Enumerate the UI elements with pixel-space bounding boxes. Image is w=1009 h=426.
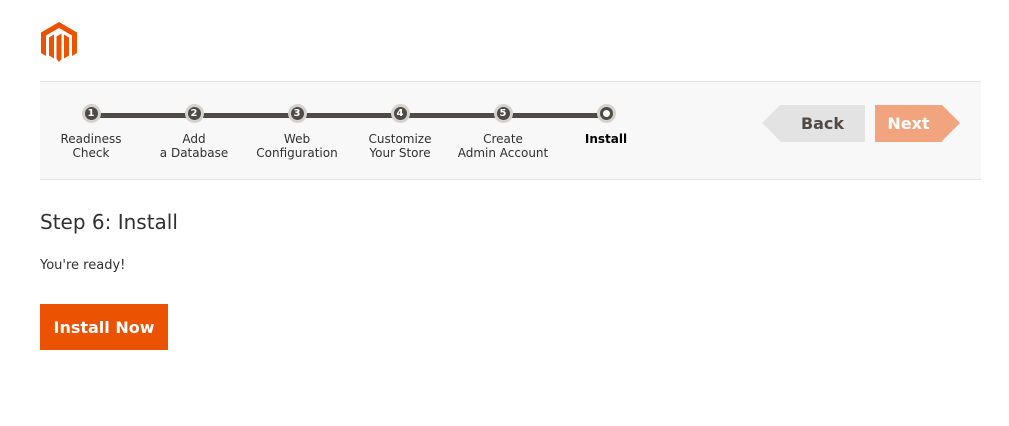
step-marker: 3 (287, 104, 307, 123)
install-now-button[interactable]: Install Now (40, 304, 168, 350)
step-marker: 5 (493, 104, 513, 123)
step-readiness-check: 1 Readiness Check (36, 104, 146, 160)
step-add-database: 2 Add a Database (139, 104, 249, 160)
step-customize-store: 4 Customize Your Store (345, 104, 455, 160)
next-button[interactable]: Next (875, 105, 960, 142)
step-label: Web Configuration (256, 132, 338, 160)
page-title: Step 6: Install (40, 210, 178, 234)
magento-logo-icon (40, 22, 78, 62)
step-marker: 4 (390, 104, 410, 123)
setup-wizard-progress: 1 Readiness Check 2 Add a Database 3 Web… (40, 81, 981, 180)
step-label: Create Admin Account (457, 132, 549, 160)
step-label: Add a Database (159, 132, 229, 160)
step-marker: 1 (81, 104, 101, 123)
step-marker-active (596, 104, 616, 123)
step-label: Customize Your Store (368, 132, 432, 160)
status-message: You're ready! (40, 258, 126, 273)
step-label: Readiness Check (60, 132, 122, 160)
step-label: Install (584, 132, 628, 146)
back-button[interactable]: Back (762, 105, 865, 142)
step-install: Install (551, 104, 661, 146)
step-marker: 2 (184, 104, 204, 123)
step-web-configuration: 3 Web Configuration (242, 104, 352, 160)
step-create-admin-account: 5 Create Admin Account (448, 104, 558, 160)
